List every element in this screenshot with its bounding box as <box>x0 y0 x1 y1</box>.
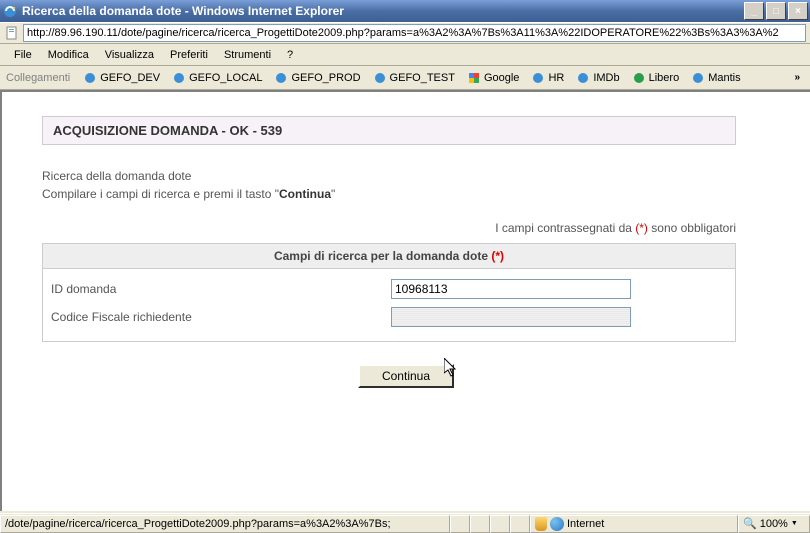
ie-icon <box>2 3 18 19</box>
continua-button[interactable]: Continua <box>358 364 454 388</box>
status-header: ACQUISIZIONE DOMANDA - OK - 539 <box>42 116 736 145</box>
link-label: GEFO_DEV <box>100 72 160 84</box>
ie-favicon-icon <box>576 71 590 85</box>
row-id-domanda: ID domanda <box>51 275 727 303</box>
link-imdb[interactable]: IMDb <box>571 69 624 87</box>
link-gefo-dev[interactable]: GEFO_DEV <box>78 69 165 87</box>
button-row: Continua <box>42 364 770 388</box>
help-text: Ricerca della domanda dote Compilare i c… <box>42 167 770 203</box>
link-label: GEFO_PROD <box>291 72 360 84</box>
ie-favicon-icon <box>691 71 705 85</box>
form-body: ID domanda Codice Fiscale richiedente <box>43 269 735 341</box>
address-bar <box>0 22 810 44</box>
menu-strumenti[interactable]: Strumenti <box>216 46 279 64</box>
help-line-2: Compilare i campi di ricerca e premi il … <box>42 185 770 203</box>
ie-favicon-icon <box>83 71 97 85</box>
link-label: HR <box>548 72 564 84</box>
link-hr[interactable]: HR <box>526 69 569 87</box>
links-label: Collegamenti <box>6 72 70 84</box>
link-label: Google <box>484 72 519 84</box>
close-button[interactable]: × <box>788 2 808 20</box>
links-overflow-chevron-icon[interactable]: » <box>790 72 804 83</box>
menu-preferiti[interactable]: Preferiti <box>162 46 216 64</box>
globe-icon <box>550 517 564 531</box>
required-note: I campi contrassegnati da (*) sono obbli… <box>42 221 736 235</box>
shield-icon <box>535 517 547 531</box>
menu-modifica[interactable]: Modifica <box>40 46 97 64</box>
chevron-down-icon: ▼ <box>791 520 798 527</box>
google-favicon-icon <box>467 71 481 85</box>
label-codice-fiscale: Codice Fiscale richiedente <box>51 310 391 324</box>
link-label: Libero <box>649 72 680 84</box>
zoom-value: 100% <box>760 518 788 530</box>
libero-favicon-icon <box>632 71 646 85</box>
page-icon <box>4 25 20 41</box>
status-bar: /dote/pagine/ricerca/ricerca_ProgettiDot… <box>0 513 810 533</box>
link-gefo-test[interactable]: GEFO_TEST <box>368 69 460 87</box>
status-empty-2 <box>470 515 490 533</box>
menu-bar: File Modifica Visualizza Preferiti Strum… <box>0 44 810 66</box>
input-id-domanda[interactable] <box>391 279 631 299</box>
status-zoom[interactable]: 🔍 100% ▼ <box>738 515 810 533</box>
zoom-icon: 🔍 <box>743 517 757 530</box>
link-label: GEFO_LOCAL <box>189 72 262 84</box>
status-empty-4 <box>510 515 530 533</box>
link-label: IMDb <box>593 72 619 84</box>
label-id-domanda: ID domanda <box>51 282 391 296</box>
help-line-1: Ricerca della domanda dote <box>42 167 770 185</box>
ie-favicon-icon <box>373 71 387 85</box>
links-bar: Collegamenti GEFO_DEV GEFO_LOCAL GEFO_PR… <box>0 66 810 90</box>
maximize-button[interactable]: □ <box>766 2 786 20</box>
menu-visualizza[interactable]: Visualizza <box>97 46 162 64</box>
ie-favicon-icon <box>274 71 288 85</box>
row-codice-fiscale: Codice Fiscale richiedente <box>51 303 727 331</box>
status-empty-1 <box>450 515 470 533</box>
title-bar: Ricerca della domanda dote - Windows Int… <box>0 0 810 22</box>
minimize-button[interactable]: _ <box>744 2 764 20</box>
form-header: Campi di ricerca per la domanda dote (*) <box>43 244 735 269</box>
input-codice-fiscale[interactable] <box>391 307 631 327</box>
ie-favicon-icon <box>531 71 545 85</box>
menu-help[interactable]: ? <box>279 46 301 64</box>
status-zone[interactable]: Internet <box>530 515 738 533</box>
status-path: /dote/pagine/ricerca/ricerca_ProgettiDot… <box>0 515 450 533</box>
link-label: Mantis <box>708 72 740 84</box>
page-body: ACQUISIZIONE DOMANDA - OK - 539 Ricerca … <box>0 90 810 511</box>
menu-file[interactable]: File <box>6 46 40 64</box>
address-input[interactable] <box>23 24 806 42</box>
link-gefo-local[interactable]: GEFO_LOCAL <box>167 69 267 87</box>
link-mantis[interactable]: Mantis <box>686 69 745 87</box>
ie-favicon-icon <box>172 71 186 85</box>
link-google[interactable]: Google <box>462 69 524 87</box>
zone-label: Internet <box>567 518 604 530</box>
window-buttons: _ □ × <box>742 2 808 20</box>
search-form: Campi di ricerca per la domanda dote (*)… <box>42 243 736 342</box>
link-gefo-prod[interactable]: GEFO_PROD <box>269 69 365 87</box>
status-empty-3 <box>490 515 510 533</box>
link-libero[interactable]: Libero <box>627 69 685 87</box>
link-label: GEFO_TEST <box>390 72 455 84</box>
window-title: Ricerca della domanda dote - Windows Int… <box>22 4 742 18</box>
